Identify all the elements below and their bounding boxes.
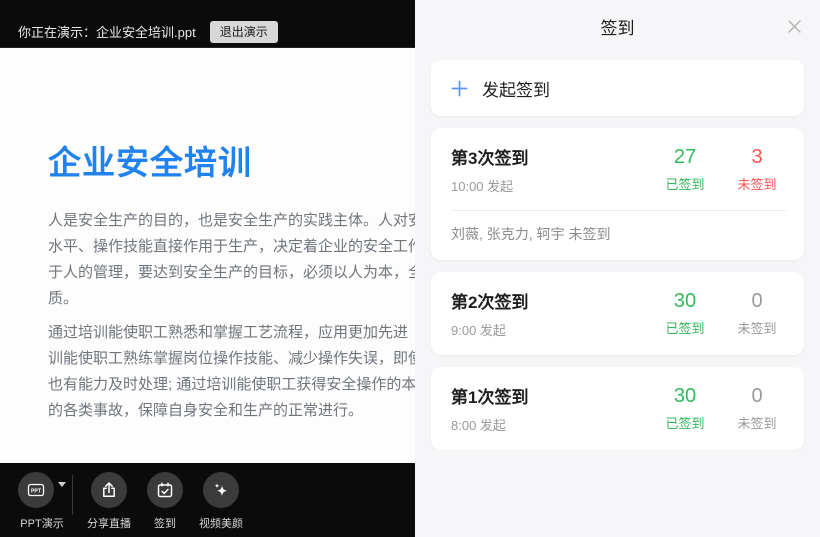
unsigned-label: 未签到 (728, 413, 786, 432)
unsigned-count: 0 (728, 290, 786, 313)
checkin-session-card[interactable]: 第1次签到 8:00 发起 30 已签到 0 未签到 (431, 367, 804, 450)
session-title: 第2次签到 (451, 288, 656, 313)
signed-label: 已签到 (656, 318, 714, 337)
toolbar-item-ppt[interactable]: PPT PPT演示 (14, 472, 70, 531)
plus-icon (451, 80, 468, 97)
ppt-icon: PPT (26, 480, 46, 500)
session-title: 第3次签到 (451, 144, 656, 169)
toolbar-item-label: 签到 (154, 515, 176, 531)
presenting-label: 你正在演示：企业安全培训.ppt (18, 22, 196, 41)
unsigned-stat: 3 未签到 (728, 146, 786, 193)
signed-label: 已签到 (656, 413, 714, 432)
unsigned-count: 3 (728, 146, 786, 169)
meeting-toolbar: PPT PPT演示 分享直播 (0, 463, 415, 537)
checkin-panel-body: 发起签到 第3次签到 10:00 发起 27 已签到 3 未签到 (415, 52, 820, 450)
toolbar-item-label: 分享直播 (87, 515, 131, 531)
close-icon[interactable] (784, 16, 804, 36)
slide-text-line: 质。 (48, 286, 415, 312)
panel-title: 签到 (601, 14, 635, 39)
signed-stat: 30 已签到 (656, 385, 714, 432)
exit-presentation-button[interactable]: 退出演示 (210, 21, 278, 43)
unsigned-label: 未签到 (728, 174, 786, 193)
presenting-bar: 你正在演示：企业安全培训.ppt 退出演示 (0, 0, 415, 48)
chevron-down-icon[interactable] (58, 482, 66, 487)
checkin-panel-header: 签到 (415, 0, 820, 52)
signed-count: 30 (656, 385, 714, 408)
slide-text-line: 人是安全生产的目的，也是安全生产的实践主体。人对安 (48, 208, 415, 234)
start-checkin-button[interactable]: 发起签到 (431, 60, 804, 116)
signed-count: 30 (656, 290, 714, 313)
unsigned-label: 未签到 (728, 318, 786, 337)
share-live-icon (99, 480, 119, 500)
signed-label: 已签到 (656, 174, 714, 193)
slide-paragraph-2: 通过培训能使职工熟悉和掌握工艺流程，应用更加先进 训能使职工熟练掌握岗位操作技能… (48, 320, 415, 424)
slide-text-line: 于人的管理，要达到安全生产的目标，必须以人为本，全 (48, 260, 415, 286)
slide-text-line: 通过培训能使职工熟悉和掌握工艺流程，应用更加先进 (48, 320, 415, 346)
slide-paragraph-1: 人是安全生产的目的，也是安全生产的实践主体。人对安 水平、操作技能直接作用于生产… (48, 208, 415, 312)
unsigned-count: 0 (728, 385, 786, 408)
session-time: 9:00 发起 (451, 320, 656, 339)
toolbar-item-label: 视频美颜 (199, 515, 243, 531)
slide-text-line: 水平、操作技能直接作用于生产，决定着企业的安全工作 (48, 234, 415, 260)
signed-count: 27 (656, 146, 714, 169)
slide-text-line: 的各类事故，保障自身安全和生产的正常进行。 (48, 398, 415, 424)
checkin-session-card[interactable]: 第2次签到 9:00 发起 30 已签到 0 未签到 (431, 272, 804, 355)
absent-names-note: 刘薇, 张克力, 轲宇 未签到 (451, 210, 786, 244)
toolbar-item-checkin[interactable]: 签到 (137, 472, 193, 531)
presentation-stage: 你正在演示：企业安全培训.ppt 退出演示 企业安全培训 人是安全生产的目的，也… (0, 0, 415, 537)
slide-text-line: 也有能力及时处理; 通过培训能使职工获得安全操作的本 (48, 372, 415, 398)
unsigned-stat: 0 未签到 (728, 290, 786, 337)
slide-canvas: 企业安全培训 人是安全生产的目的，也是安全生产的实践主体。人对安 水平、操作技能… (0, 48, 415, 463)
checkin-session-card[interactable]: 第3次签到 10:00 发起 27 已签到 3 未签到 刘薇, 张克力, 轲宇 … (431, 128, 804, 260)
ppt-icon-badge: PPT (31, 488, 42, 494)
beauty-sparkle-icon (211, 480, 231, 500)
unsigned-stat: 0 未签到 (728, 385, 786, 432)
session-time: 10:00 发起 (451, 176, 656, 195)
toolbar-item-share-live[interactable]: 分享直播 (81, 472, 137, 531)
signed-stat: 30 已签到 (656, 290, 714, 337)
toolbar-item-beauty[interactable]: 视频美颜 (193, 472, 249, 531)
toolbar-item-label: PPT演示 (20, 515, 63, 531)
slide-title: 企业安全培训 (48, 136, 415, 184)
session-title: 第1次签到 (451, 383, 656, 408)
session-time: 8:00 发起 (451, 415, 656, 434)
slide-text-line: 训能使职工熟练掌握岗位操作技能、减少操作失误，即使 (48, 346, 415, 372)
signed-stat: 27 已签到 (656, 146, 714, 193)
start-checkin-label: 发起签到 (482, 76, 550, 101)
checkin-panel: 签到 发起签到 第3次签到 10:00 发起 27 (415, 0, 820, 537)
toolbar-divider (72, 475, 73, 515)
checkin-calendar-icon (155, 480, 175, 500)
